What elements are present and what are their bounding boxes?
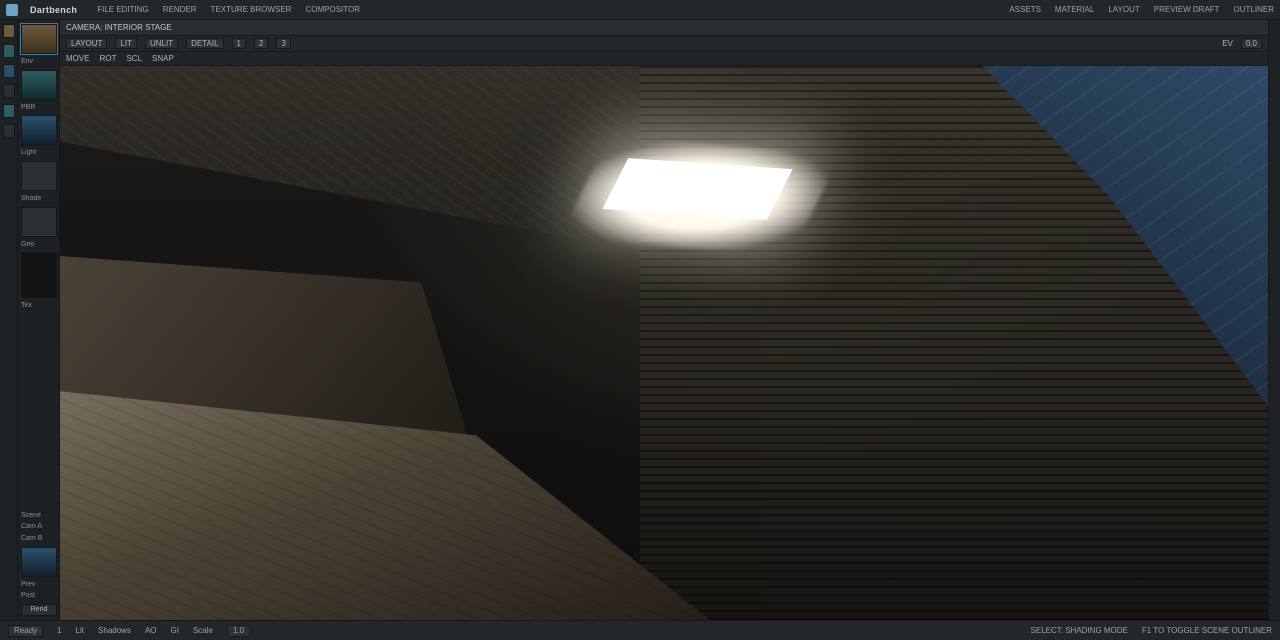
viewport-toolbar: LAYOUT LIT UNLIT DETAIL 1 2 3 EV 0.0 xyxy=(60,36,1268,52)
thumb-label-geo: Geo xyxy=(21,241,57,249)
scene-light-core xyxy=(602,158,792,220)
thumb-label-pbr: PBR xyxy=(21,104,57,112)
viewport-secondary-toolbar: MOVE ROT SCL SNAP xyxy=(60,52,1268,66)
bottom-label-post: Post xyxy=(21,592,57,600)
thumb-shade[interactable] xyxy=(21,161,57,191)
thumb-label-light: Light xyxy=(21,149,57,157)
thumb-label-shade: Shade xyxy=(21,195,57,203)
menu-item-render[interactable]: RENDER xyxy=(163,5,197,14)
status-item-gi[interactable]: GI xyxy=(171,626,179,635)
menubar-right-group: ASSETS MATERIAL LAYOUT PREVIEW DRAFT OUT… xyxy=(1009,5,1274,14)
sec-scl[interactable]: SCL xyxy=(126,54,142,63)
rail-swatch-2[interactable] xyxy=(3,44,15,58)
app-name: Dartbench xyxy=(30,5,77,15)
tool-n3[interactable]: 3 xyxy=(276,38,290,49)
menu-item-layout[interactable]: LAYOUT xyxy=(1108,5,1139,14)
tool-unlit[interactable]: UNLIT xyxy=(145,38,178,49)
status-item-ao[interactable]: AO xyxy=(145,626,157,635)
render-pill[interactable]: Rend xyxy=(21,604,57,616)
app-logo-icon xyxy=(6,4,18,16)
left-panel: Env PBR Light Shade Geo Tex Scene Cam A … xyxy=(18,20,60,620)
sec-snap[interactable]: SNAP xyxy=(152,54,174,63)
thumb-geo[interactable] xyxy=(21,207,57,237)
statusbar: Ready 1 Lit Shadows AO GI Scale 1.0 SELE… xyxy=(0,620,1280,640)
app-body: Env PBR Light Shade Geo Tex Scene Cam A … xyxy=(0,20,1280,620)
rail-swatch-1[interactable] xyxy=(3,24,15,38)
viewport-render[interactable] xyxy=(60,66,1268,620)
sec-move[interactable]: MOVE xyxy=(66,54,90,63)
status-right-hint: F1 TO TOGGLE SCENE OUTLINER xyxy=(1142,626,1272,635)
tool-lit[interactable]: LIT xyxy=(115,38,137,49)
thumb-label-env: Env xyxy=(21,58,57,66)
menu-item-texture[interactable]: TEXTURE BROWSER xyxy=(211,5,292,14)
status-center-hint: SELECT: SHADING MODE xyxy=(1031,626,1128,635)
thumb-tex[interactable] xyxy=(21,252,57,298)
status-cursor: 1 xyxy=(57,626,61,635)
bottom-label-camb: Cam B xyxy=(21,535,57,543)
right-sliver[interactable] xyxy=(1268,20,1280,620)
rail-swatch-3[interactable] xyxy=(3,64,15,78)
bottom-label-scene: Scene xyxy=(21,512,57,520)
tool-rail xyxy=(0,20,18,620)
exposure-label: EV xyxy=(1222,39,1233,48)
rail-swatch-4[interactable] xyxy=(3,84,15,98)
thumb-env[interactable] xyxy=(21,24,57,54)
menu-item-file[interactable]: FILE EDITING xyxy=(97,5,149,14)
viewport-title: CAMERA: INTERIOR STAGE xyxy=(66,23,172,32)
sec-rot[interactable]: ROT xyxy=(100,54,117,63)
status-item-lit[interactable]: Lit xyxy=(76,626,84,635)
status-scale-label: Scale xyxy=(193,626,213,635)
menu-item-outliner[interactable]: OUTLINER xyxy=(1234,5,1274,14)
thumb-light[interactable] xyxy=(21,115,57,145)
statusbar-right: SELECT: SHADING MODE F1 TO TOGGLE SCENE … xyxy=(1031,626,1272,635)
tool-n1[interactable]: 1 xyxy=(232,38,246,49)
tool-n2[interactable]: 2 xyxy=(254,38,268,49)
status-scale-value[interactable]: 1.0 xyxy=(227,625,250,637)
rail-swatch-6[interactable] xyxy=(3,124,15,138)
menubar-left-group: FILE EDITING RENDER TEXTURE BROWSER COMP… xyxy=(97,5,360,14)
menu-item-assets[interactable]: ASSETS xyxy=(1009,5,1041,14)
menu-item-composite[interactable]: COMPOSITOR xyxy=(305,5,360,14)
status-ready: Ready xyxy=(8,625,43,637)
viewport-column: CAMERA: INTERIOR STAGE LAYOUT LIT UNLIT … xyxy=(60,20,1268,620)
tool-layout[interactable]: LAYOUT xyxy=(66,38,107,49)
exposure-value[interactable]: 0.0 xyxy=(1241,38,1262,49)
menu-item-material[interactable]: MATERIAL xyxy=(1055,5,1094,14)
thumb-preview[interactable] xyxy=(21,547,57,577)
bottom-label-cama: Cam A xyxy=(21,523,57,531)
thumb-label-tex: Tex xyxy=(21,302,57,310)
thumb-pbr[interactable] xyxy=(21,70,57,100)
menu-item-preview[interactable]: PREVIEW DRAFT xyxy=(1154,5,1220,14)
viewport-header: CAMERA: INTERIOR STAGE xyxy=(60,20,1268,36)
bottom-label-prev: Prev xyxy=(21,581,57,589)
rail-swatch-5[interactable] xyxy=(3,104,15,118)
status-item-shadows[interactable]: Shadows xyxy=(98,626,131,635)
menubar: Dartbench FILE EDITING RENDER TEXTURE BR… xyxy=(0,0,1280,20)
tool-detail[interactable]: DETAIL xyxy=(186,38,223,49)
